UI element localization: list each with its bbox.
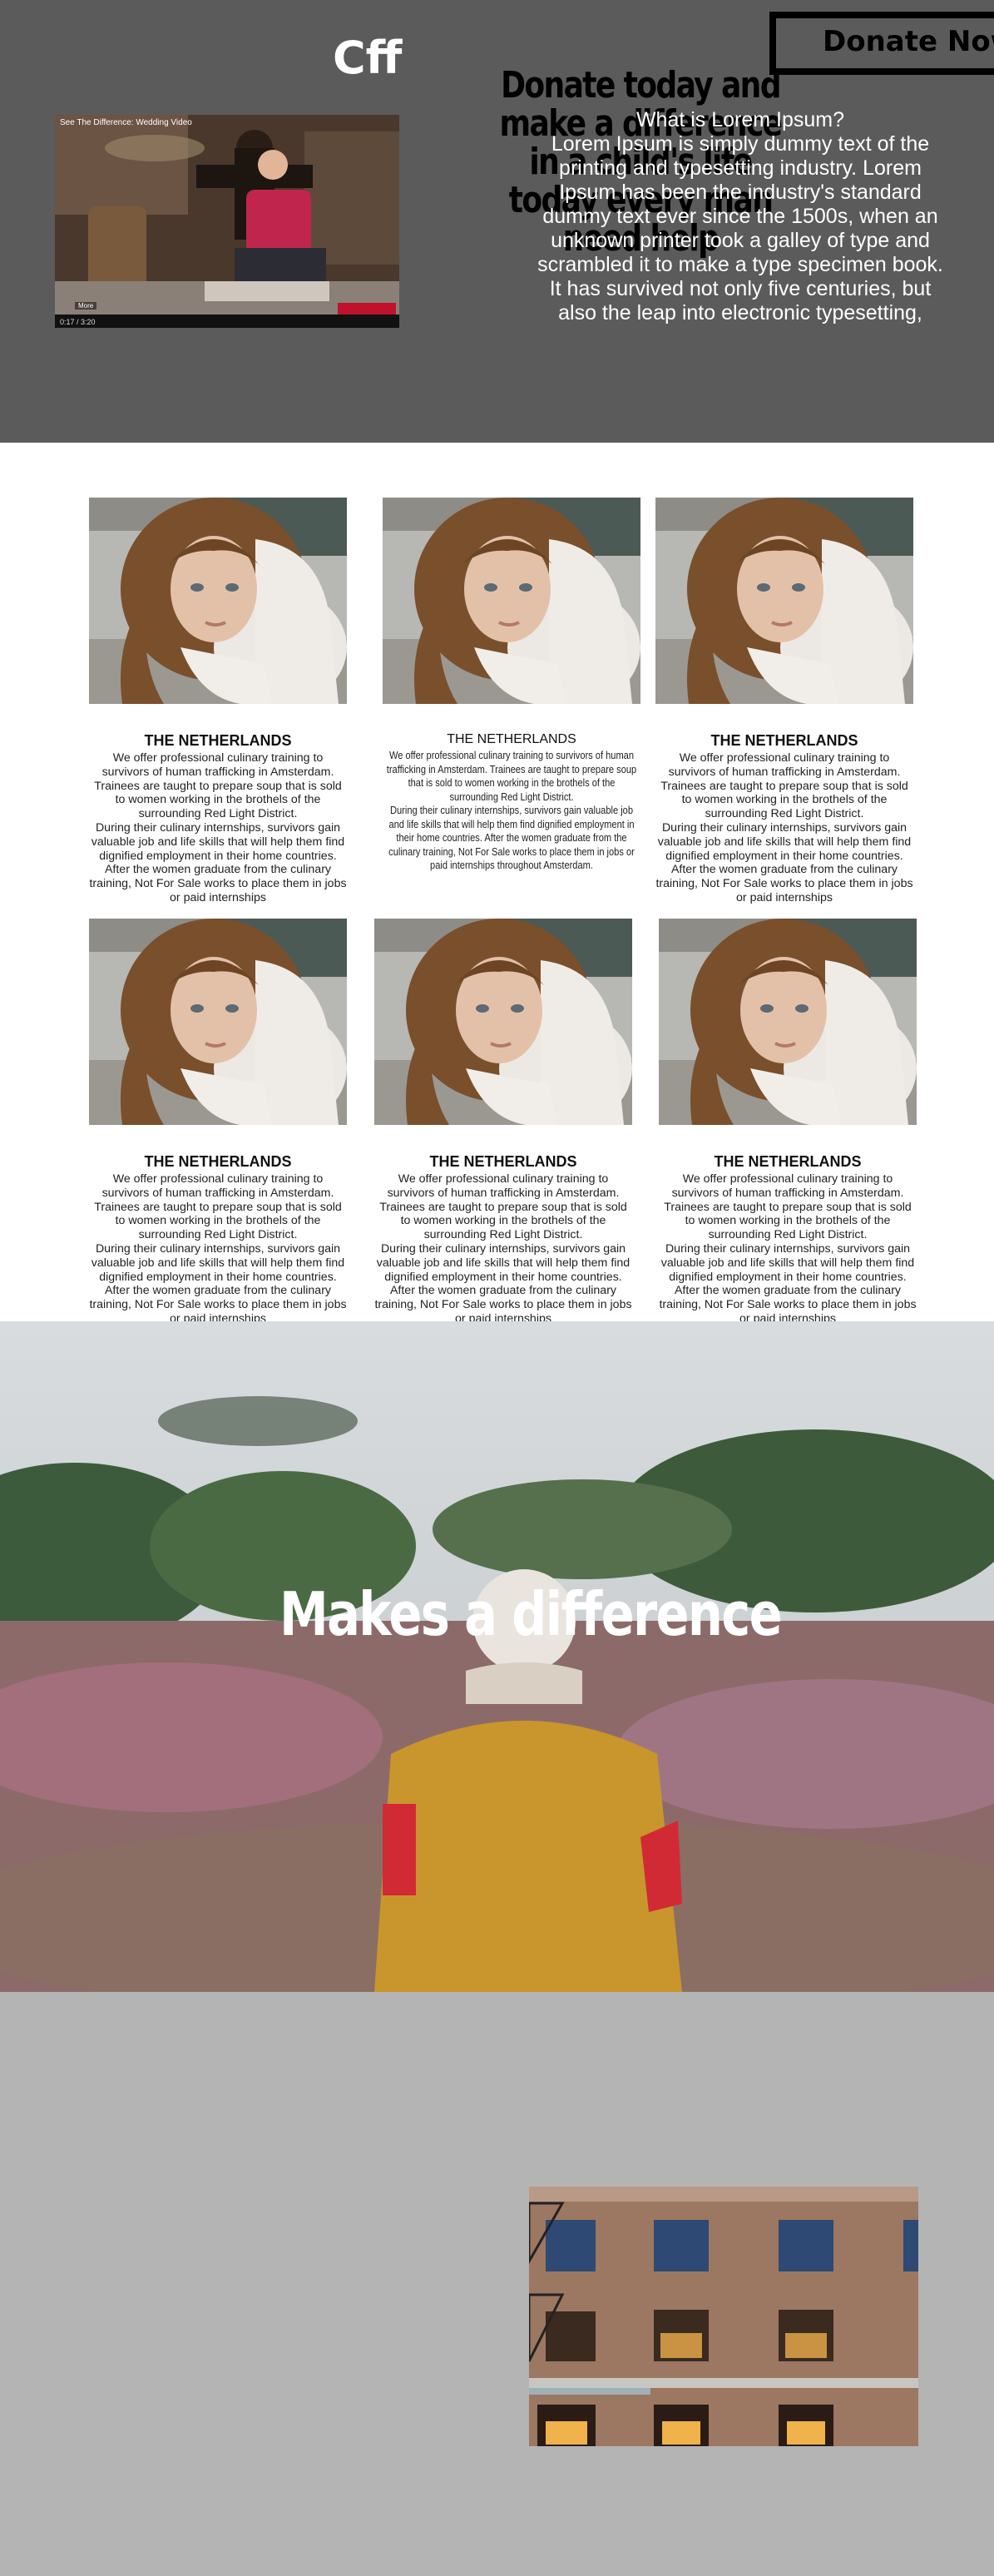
header: Cff Donate Now See The Difference: Weddi… bbox=[0, 0, 994, 443]
card-image bbox=[383, 498, 640, 704]
card-text: We offer professional culinary training … bbox=[89, 1172, 347, 1325]
donate-now-button[interactable]: Donate Now bbox=[769, 12, 994, 75]
girl-portrait bbox=[655, 498, 913, 704]
girl-portrait bbox=[659, 919, 917, 1125]
video-title: See The Difference: Wedding Video bbox=[60, 118, 192, 127]
program-card: THE NETHERLANDS We offer professional cul… bbox=[383, 732, 640, 873]
girl-portrait bbox=[89, 919, 347, 1125]
girl-portrait bbox=[383, 498, 640, 704]
hero-title: Makes a difference bbox=[279, 1579, 783, 1649]
building-photo bbox=[529, 2187, 918, 2446]
lorem-heading: What is Lorem Ipsum? bbox=[635, 108, 845, 131]
card-text: We offer professional culinary training … bbox=[89, 751, 347, 904]
hero-banner bbox=[0, 1321, 994, 1992]
program-card: THE NETHERLANDS We offer professional cul… bbox=[374, 1153, 632, 1326]
card-title: THE NETHERLANDS bbox=[144, 732, 292, 749]
lorem-body: Lorem Ipsum is simply dummy text of the … bbox=[537, 132, 943, 324]
card-text: We offer professional culinary training … bbox=[386, 750, 637, 871]
video-time: 0:17 / 3:20 bbox=[60, 318, 96, 326]
program-card: THE NETHERLANDS We offer professional cul… bbox=[89, 1153, 347, 1326]
building-image bbox=[529, 2187, 918, 2446]
program-card: THE NETHERLANDS We offer professional cul… bbox=[655, 732, 913, 905]
card-title: THE NETHERLANDS bbox=[429, 1153, 577, 1170]
video-thumbnail bbox=[55, 115, 399, 328]
video-channel-badge bbox=[338, 303, 396, 315]
lorem-block: What is Lorem Ipsum? Lorem Ipsum is simp… bbox=[532, 108, 948, 325]
card-image bbox=[655, 498, 913, 704]
card-image bbox=[659, 919, 917, 1125]
card-text: We offer professional culinary training … bbox=[655, 751, 913, 904]
hero-image bbox=[0, 1321, 994, 1992]
card-image bbox=[89, 498, 347, 704]
video-player[interactable]: See The Difference: Wedding Video More 0… bbox=[55, 115, 399, 328]
card-text: We offer professional culinary training … bbox=[659, 1172, 917, 1325]
girl-portrait bbox=[89, 498, 347, 704]
card-title: THE NETHERLANDS bbox=[710, 732, 858, 749]
program-card: THE NETHERLANDS We offer professional cul… bbox=[659, 1153, 917, 1326]
girl-portrait bbox=[374, 919, 632, 1125]
card-image bbox=[374, 919, 632, 1125]
card-title: THE NETHERLANDS bbox=[144, 1153, 292, 1170]
video-control-bar[interactable]: 0:17 / 3:20 bbox=[55, 315, 399, 328]
program-card: THE NETHERLANDS We offer professional cul… bbox=[89, 732, 347, 905]
site-logo[interactable]: Cff bbox=[333, 32, 402, 84]
card-text: We offer professional culinary training … bbox=[374, 1172, 632, 1325]
card-title: THE NETHERLANDS bbox=[447, 732, 576, 746]
video-more-button[interactable]: More bbox=[75, 302, 97, 310]
card-image bbox=[89, 919, 347, 1125]
card-title: THE NETHERLANDS bbox=[714, 1153, 862, 1170]
